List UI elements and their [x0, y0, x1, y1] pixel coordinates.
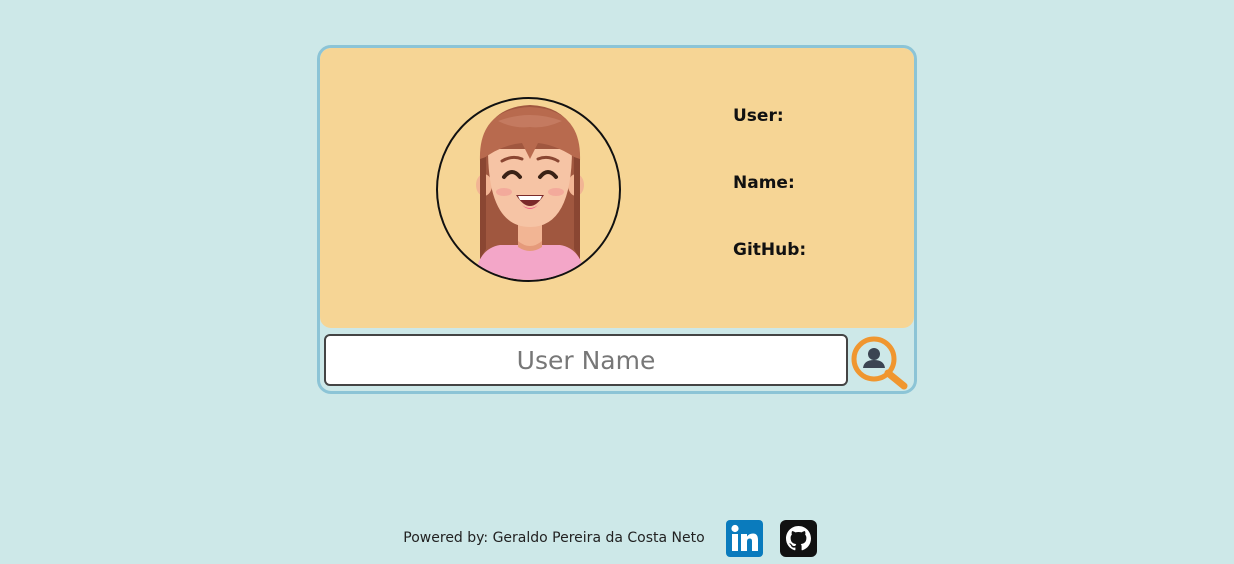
- footer: Powered by: Geraldo Pereira da Costa Net…: [0, 519, 1234, 557]
- profile-info: User: Name: GitHub:: [733, 104, 903, 305]
- name-label: Name:: [733, 173, 795, 193]
- linkedin-icon[interactable]: [725, 519, 763, 557]
- user-search-icon: [851, 336, 908, 390]
- github-label: GitHub:: [733, 240, 807, 260]
- user-label: User:: [733, 106, 784, 126]
- avatar-illustration: [474, 105, 586, 280]
- powered-by-text: Powered by: Geraldo Pereira da Costa Net…: [403, 530, 705, 546]
- username-search-input[interactable]: [324, 334, 848, 386]
- github-icon[interactable]: [779, 519, 817, 557]
- avatar: [436, 97, 621, 282]
- profile-card: User: Name: GitHub:: [317, 45, 917, 394]
- search-button[interactable]: [850, 335, 910, 390]
- profile-panel: User: Name: GitHub:: [320, 48, 914, 328]
